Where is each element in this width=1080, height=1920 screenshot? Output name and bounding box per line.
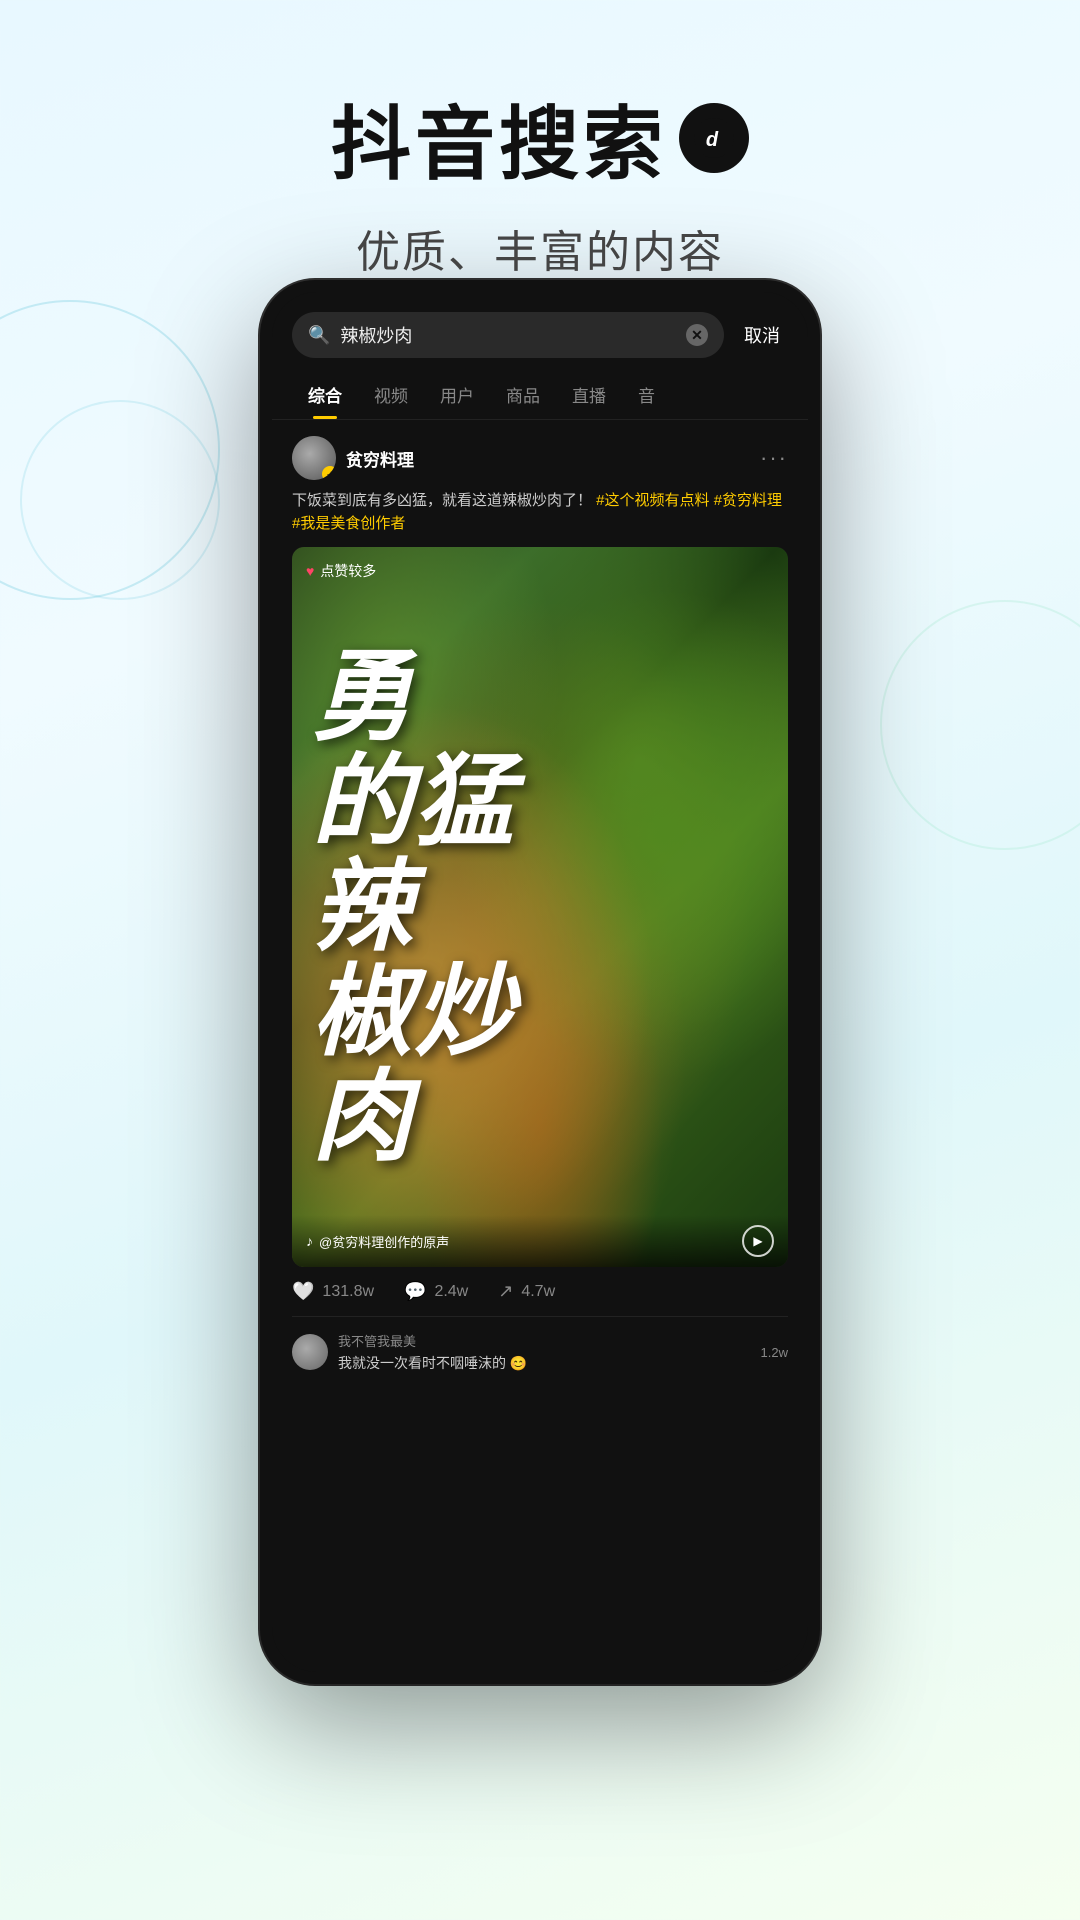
likes-stat[interactable]: 🤍 131.8w <box>292 1281 374 1302</box>
phone-screen: 🔍 辣椒炒肉 ✕ 取消 综合 视频 用户 商品 直播 音 <box>272 292 808 1672</box>
more-options-button[interactable]: ··· <box>760 445 788 471</box>
tab-综合[interactable]: 综合 <box>292 370 358 419</box>
comment-likes: 1.2w <box>761 1345 788 1360</box>
phone-mockup: 🔍 辣椒炒肉 ✕ 取消 综合 视频 用户 商品 直播 音 <box>260 280 820 1684</box>
post-description: 下饭菜到底有多凶猛，就看这道辣椒炒肉了！ #这个视频有点料 #贫穷料理 #我是美… <box>292 490 788 535</box>
commenter-avatar <box>292 1334 328 1370</box>
play-button[interactable]: ▶ <box>742 1225 774 1257</box>
tab-用户[interactable]: 用户 <box>424 370 490 419</box>
comment-text: 我就没一次看时不咽唾沫的 😊 <box>338 1353 751 1373</box>
phone-frame: 🔍 辣椒炒肉 ✕ 取消 综合 视频 用户 商品 直播 音 <box>260 280 820 1684</box>
video-overlay-text: 勇的猛辣椒炒肉 <box>312 645 516 1170</box>
search-query: 辣椒炒肉 <box>340 322 676 348</box>
search-bar-container: 🔍 辣椒炒肉 ✕ 取消 <box>272 292 808 370</box>
heart-stat-icon: 🤍 <box>292 1281 314 1302</box>
comments-count: 2.4w <box>434 1283 468 1301</box>
audio-info: ♪ @贫穷料理创作的原声 <box>306 1232 449 1251</box>
commenter-name: 我不管我最美 <box>338 1331 751 1350</box>
shares-count: 4.7w <box>521 1283 555 1301</box>
post-header: ✓ 贫穷料理 ··· <box>292 436 788 480</box>
shares-stat[interactable]: ↗ 4.7w <box>498 1281 555 1302</box>
author-avatar: ✓ <box>292 436 336 480</box>
post-stats: 🤍 131.8w 💬 2.4w ↗ 4.7w <box>292 1267 788 1317</box>
post-author-info: ✓ 贫穷料理 <box>292 436 414 480</box>
title-text: 抖音搜索 <box>331 80 667 196</box>
svg-text:d: d <box>706 129 722 151</box>
tab-视频[interactable]: 视频 <box>358 370 424 419</box>
comment-stat-icon: 💬 <box>404 1281 426 1302</box>
tab-音乐[interactable]: 音 <box>622 370 671 419</box>
tiktok-logo-icon: d <box>679 103 749 173</box>
video-bottom-bar: ♪ @贫穷料理创作的原声 ▶ <box>292 1215 788 1267</box>
comment-content: 我不管我最美 我就没一次看时不咽唾沫的 😊 <box>338 1331 751 1373</box>
likes-count: 131.8w <box>322 1283 374 1301</box>
hashtag-1[interactable]: #这个视频有点料 <box>596 492 714 509</box>
tab-商品[interactable]: 商品 <box>490 370 556 419</box>
content-area: ✓ 贫穷料理 ··· 下饭菜到底有多凶猛，就看这道辣椒炒肉了！ #这个视频有点料… <box>272 420 808 1397</box>
clear-search-button[interactable]: ✕ <box>686 324 708 346</box>
subtitle-text: 优质、丰富的内容 <box>0 216 1080 280</box>
cancel-button[interactable]: 取消 <box>736 322 788 348</box>
header-section: 抖音搜索 d 优质、丰富的内容 <box>0 0 1080 280</box>
comment-row: 我不管我最美 我就没一次看时不咽唾沫的 😊 1.2w <box>292 1331 788 1373</box>
hashtag-3[interactable]: #我是美食创作者 <box>292 515 405 532</box>
author-name: 贫穷料理 <box>346 446 414 471</box>
comments-stat[interactable]: 💬 2.4w <box>404 1281 468 1302</box>
post-desc-text: 下饭菜到底有多凶猛，就看这道辣椒炒肉了！ <box>292 492 596 509</box>
search-input-wrapper[interactable]: 🔍 辣椒炒肉 ✕ <box>292 312 724 358</box>
audio-label: @贫穷料理创作的原声 <box>319 1232 449 1251</box>
search-icon: 🔍 <box>308 325 330 346</box>
hashtag-2[interactable]: #贫穷料理 <box>714 492 782 509</box>
video-thumbnail[interactable]: ♥ 点赞较多 勇的猛辣椒炒肉 ♪ @贫穷料理创作的原声 <box>292 547 788 1267</box>
bg-decoration-2 <box>20 400 220 600</box>
tabs-container: 综合 视频 用户 商品 直播 音 <box>272 370 808 420</box>
share-stat-icon: ↗ <box>498 1281 513 1302</box>
tiktok-note-icon: ♪ <box>306 1233 313 1249</box>
verified-badge: ✓ <box>322 466 336 480</box>
tab-直播[interactable]: 直播 <box>556 370 622 419</box>
bg-decoration-3 <box>880 600 1080 850</box>
comments-section: 我不管我最美 我就没一次看时不咽唾沫的 😊 1.2w <box>292 1317 788 1397</box>
app-title: 抖音搜索 d <box>0 80 1080 196</box>
video-text-overlay: 勇的猛辣椒炒肉 <box>292 547 788 1267</box>
